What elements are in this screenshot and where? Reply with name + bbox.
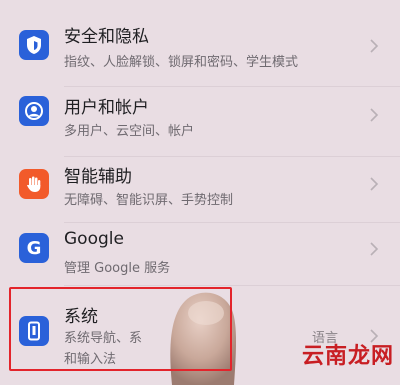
settings-item-title: 智能辅助 xyxy=(64,167,132,187)
settings-item-subtitle: 无障碍、智能识屏、手势控制 xyxy=(64,193,234,208)
google-icon: G xyxy=(19,233,49,263)
settings-item-title: 安全和隐私 xyxy=(64,27,149,47)
watermark-logo: 云南龙网 xyxy=(301,344,394,369)
settings-item-subtitle: 管理 Google 服务 xyxy=(64,261,171,276)
settings-item-security[interactable]: 安全和隐私 指纹、人脸解锁、锁屏和密码、学生模式 xyxy=(0,0,400,86)
settings-item-subtitle: 指纹、人脸解锁、锁屏和密码、学生模式 xyxy=(64,55,299,70)
chevron-right-icon xyxy=(370,177,379,191)
user-icon xyxy=(19,96,49,126)
chevron-right-icon xyxy=(370,242,379,256)
settings-item-users[interactable]: 用户和帐户 多用户、云空间、帐户 xyxy=(0,87,400,155)
settings-item-smart-assist[interactable]: 智能辅助 无障碍、智能识屏、手势控制 xyxy=(0,157,400,223)
settings-item-title: Google xyxy=(64,229,124,249)
settings-item-subtitle: 多用户、云空间、帐户 xyxy=(64,124,195,139)
shield-icon xyxy=(19,30,49,60)
hand-icon xyxy=(19,169,49,199)
highlight-box xyxy=(9,287,232,371)
chevron-right-icon xyxy=(370,39,379,53)
settings-item-title: 用户和帐户 xyxy=(64,98,149,118)
chevron-right-icon xyxy=(370,108,379,122)
settings-item-google[interactable]: G Google 管理 Google 服务 xyxy=(0,223,400,285)
